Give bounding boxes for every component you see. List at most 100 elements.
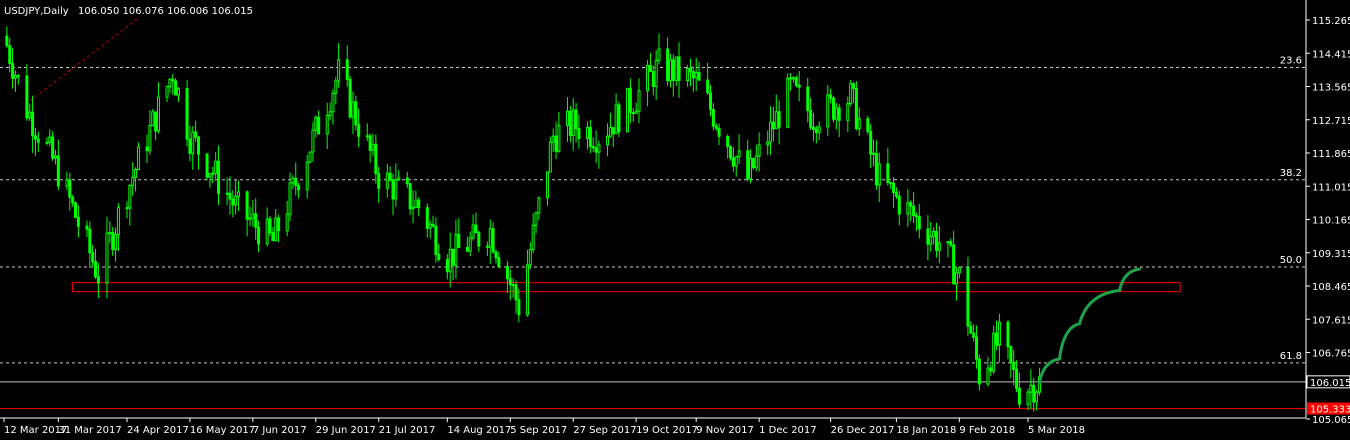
candle-body	[1015, 368, 1019, 389]
candle-body	[125, 207, 129, 210]
candle-body	[514, 284, 518, 301]
y-tick-label: 114.415	[1312, 49, 1350, 60]
candle-body	[434, 225, 438, 256]
candle-body	[949, 240, 953, 246]
candle-body	[8, 45, 12, 64]
candle-body	[874, 152, 878, 186]
candle-body	[474, 224, 478, 234]
candle-body	[1006, 321, 1010, 348]
candle-body	[869, 130, 873, 155]
candle-body	[405, 177, 409, 185]
candle-body	[597, 144, 601, 153]
candle-body	[257, 226, 261, 245]
candle-body	[351, 101, 355, 118]
candle-body	[114, 233, 118, 251]
candle-body	[754, 155, 758, 169]
candle-body	[111, 232, 115, 251]
candle-body	[234, 195, 238, 206]
candle-body	[817, 126, 821, 133]
candle-body	[348, 78, 352, 118]
candle-body	[531, 224, 535, 251]
candle-body	[794, 77, 798, 86]
candle-body	[414, 199, 418, 208]
candle-body	[557, 125, 561, 152]
candle-body	[497, 257, 501, 267]
current-price-label: 106.015	[1310, 378, 1350, 389]
candle-body	[291, 177, 295, 184]
candle-body	[328, 111, 332, 117]
x-tick-label: 26 Dec 2017	[831, 425, 895, 436]
x-tick-label: 9 Feb 2018	[959, 425, 1015, 436]
candle-body	[71, 196, 75, 204]
candle-body	[666, 48, 670, 82]
candle-body	[354, 101, 358, 126]
candle-body	[191, 131, 195, 154]
candle-body	[208, 173, 212, 178]
candle-body	[205, 153, 209, 178]
candle-body	[331, 92, 335, 113]
candle-body	[294, 177, 298, 186]
candle-body	[769, 121, 773, 143]
candle-body	[737, 150, 741, 158]
candle-body	[694, 71, 698, 79]
candle-body	[631, 112, 635, 115]
candle-body	[108, 232, 112, 235]
candle-body	[568, 110, 572, 136]
candle-body	[168, 78, 172, 88]
candle-body	[451, 248, 455, 266]
candle-body	[305, 161, 309, 191]
candle-body	[894, 192, 898, 197]
candle-body	[634, 110, 638, 114]
candle-body	[96, 276, 100, 284]
candle-body	[45, 141, 49, 144]
candle-body	[134, 168, 138, 178]
candle-body	[374, 143, 378, 175]
candle-body	[646, 64, 650, 92]
candle-body	[428, 223, 432, 229]
candle-body	[677, 56, 681, 82]
candle-body	[611, 127, 615, 135]
candle-body	[368, 135, 372, 151]
candle-body	[394, 179, 398, 200]
candle-body	[485, 245, 489, 248]
candle-body	[866, 118, 870, 132]
candle-body	[1029, 384, 1033, 393]
price-chart[interactable]: 23.638.250.061.8 115.265114.415113.56511…	[0, 0, 1350, 440]
candle-body	[185, 88, 189, 140]
candle-body	[1012, 361, 1016, 370]
candle-body	[176, 88, 180, 96]
candle-body	[617, 104, 621, 133]
candle-body	[588, 127, 592, 147]
candle-body	[1017, 387, 1021, 405]
candle-body	[377, 173, 381, 189]
candle-body	[837, 107, 841, 121]
candle-body	[626, 87, 630, 133]
candle-body	[777, 111, 781, 128]
candle-body	[749, 158, 753, 180]
candle-body	[734, 156, 738, 167]
candle-body	[105, 232, 109, 284]
candle-body	[811, 126, 815, 130]
candle-body	[654, 59, 658, 87]
y-tick-label: 115.265	[1312, 16, 1350, 27]
y-tick-label: 107.615	[1312, 315, 1350, 326]
candle-body	[717, 127, 721, 137]
candle-body	[194, 131, 198, 138]
candle-body	[268, 218, 272, 234]
candle-body	[174, 80, 178, 96]
candle-body	[586, 127, 590, 139]
support-zone	[71, 282, 1181, 293]
header-quote: 106.050 106.076 106.006 106.015	[78, 6, 253, 17]
x-tick-label: 16 May 2017	[190, 425, 255, 436]
candle-body	[297, 184, 301, 191]
candle-body	[528, 249, 532, 266]
candle-body	[68, 179, 72, 198]
candle-body	[371, 143, 375, 151]
candle-body	[5, 35, 9, 47]
y-tick-label: 105.065	[1312, 415, 1350, 426]
candle-body	[934, 231, 938, 251]
candle-body	[995, 332, 999, 346]
x-tick-label: 7 Jun 2017	[253, 425, 307, 436]
candle-body	[25, 75, 29, 119]
candle-body	[311, 129, 315, 153]
